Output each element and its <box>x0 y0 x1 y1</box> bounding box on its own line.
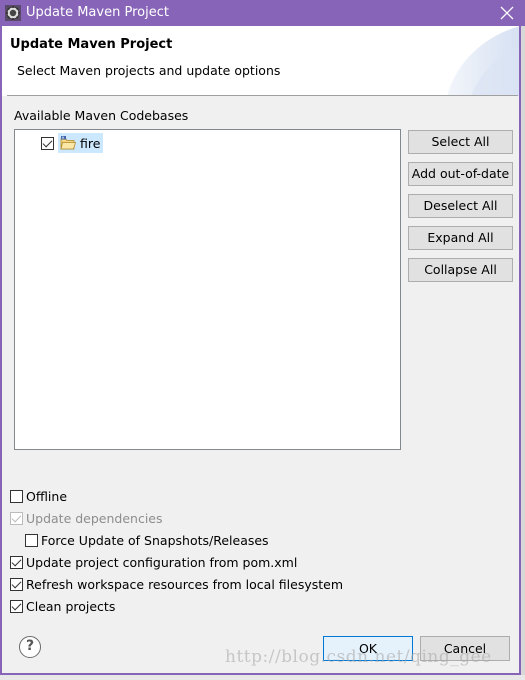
collapse-all-button[interactable]: Collapse All <box>408 258 513 282</box>
codebases-label: Available Maven Codebases <box>14 108 189 123</box>
banner-swoosh-graphic <box>447 26 519 96</box>
ok-button[interactable]: OK <box>323 636 413 661</box>
update-config-label: Update project configuration from pom.xm… <box>26 554 298 570</box>
update-dependencies-option: Update dependencies <box>10 509 163 527</box>
close-button[interactable] <box>497 3 517 23</box>
tree-item-label: fire <box>80 135 101 151</box>
deselect-all-button[interactable]: Deselect All <box>408 194 513 218</box>
codebases-tree[interactable]: M fire <box>14 129 401 450</box>
force-update-option[interactable]: Force Update of Snapshots/Releases <box>25 531 269 549</box>
window-title: Update Maven Project <box>26 5 169 20</box>
select-all-button[interactable]: Select All <box>408 130 513 154</box>
update-maven-project-dialog: Update Maven Project Update Maven Projec… <box>0 0 525 675</box>
offline-label: Offline <box>26 488 68 504</box>
force-update-checkbox[interactable] <box>25 533 38 547</box>
tree-actions: Select All Add out-of-date Deselect All … <box>408 130 513 290</box>
help-icon: ? <box>25 638 35 654</box>
header-separator <box>7 95 518 96</box>
eclipse-gear-icon <box>5 5 21 21</box>
header-banner: Update Maven Project Select Maven projec… <box>2 26 519 96</box>
update-config-checkbox[interactable] <box>10 555 23 569</box>
maven-project-folder-icon: M <box>60 136 76 150</box>
update-dependencies-label: Update dependencies <box>26 510 163 526</box>
refresh-workspace-label: Refresh workspace resources from local f… <box>26 576 344 592</box>
offline-option[interactable]: Offline <box>10 487 67 505</box>
tree-item-selection[interactable]: M fire <box>58 133 104 153</box>
title-bar: Update Maven Project <box>0 0 525 26</box>
tree-item-fire[interactable]: M fire <box>41 133 104 153</box>
expand-all-button[interactable]: Expand All <box>408 226 513 250</box>
refresh-workspace-option[interactable]: Refresh workspace resources from local f… <box>10 575 343 593</box>
help-button[interactable]: ? <box>19 636 41 658</box>
offline-checkbox[interactable] <box>10 489 23 503</box>
refresh-workspace-checkbox[interactable] <box>10 577 23 591</box>
close-icon <box>500 6 514 20</box>
update-dependencies-checkbox <box>10 511 23 525</box>
background-window-strip <box>0 675 525 680</box>
clean-projects-label: Clean projects <box>26 598 116 614</box>
force-update-label: Force Update of Snapshots/Releases <box>41 532 269 548</box>
cancel-button[interactable]: Cancel <box>420 636 510 661</box>
banner-description: Select Maven projects and update options <box>17 63 281 78</box>
add-out-of-date-button[interactable]: Add out-of-date <box>408 162 513 186</box>
clean-projects-option[interactable]: Clean projects <box>10 597 115 615</box>
update-config-option[interactable]: Update project configuration from pom.xm… <box>10 553 297 571</box>
tree-item-checkbox[interactable] <box>41 136 54 150</box>
banner-heading: Update Maven Project <box>10 37 173 52</box>
clean-projects-checkbox[interactable] <box>10 599 23 613</box>
svg-text:M: M <box>62 136 65 140</box>
